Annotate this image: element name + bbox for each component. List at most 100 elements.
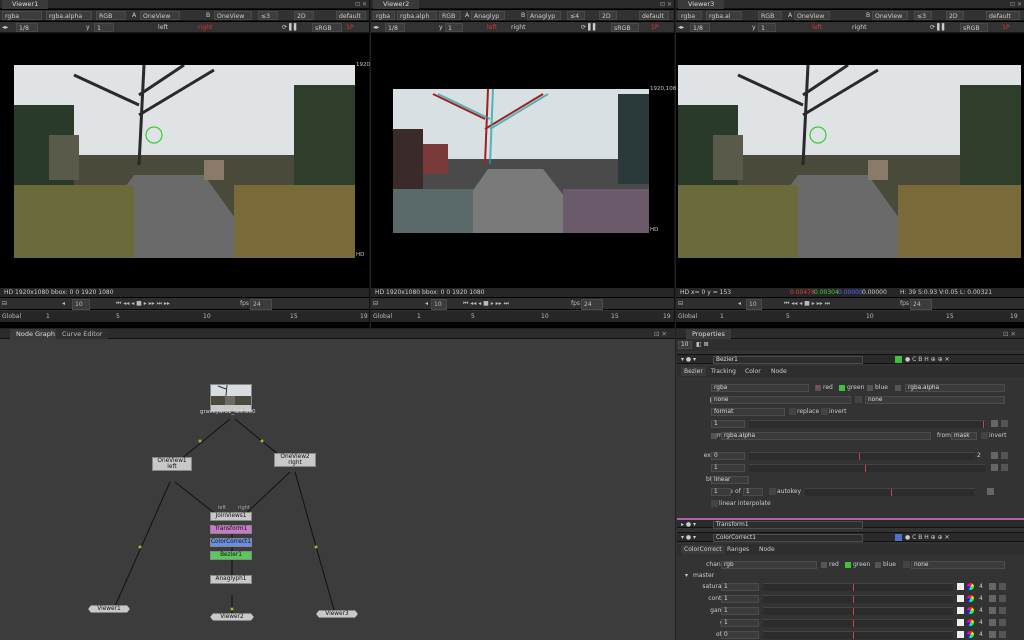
node-graph-panel[interactable]: Node Graph Curve Editor ⊡ ✕ graveyard1_l… xyxy=(0,329,675,640)
view-right[interactable]: right xyxy=(852,23,867,32)
b-input-dropdown[interactable]: OneView xyxy=(214,11,252,20)
channels-dropdown[interactable]: RGB xyxy=(439,11,461,20)
lock-icon[interactable]: ◧ ⊠ xyxy=(696,341,709,348)
view-left[interactable]: left xyxy=(487,23,497,32)
viewer2-node[interactable]: Viewer2 xyxy=(210,613,254,621)
cc-gamma-slider[interactable] xyxy=(763,607,953,615)
colorspace-dropdown[interactable]: sRGB xyxy=(611,23,639,32)
read-node[interactable] xyxy=(210,384,252,412)
proxy-button[interactable]: 1P xyxy=(346,23,354,32)
y-field[interactable]: 1 xyxy=(758,23,776,32)
transform-node[interactable]: Transform1 xyxy=(210,525,252,534)
skip-icon[interactable]: ◂ xyxy=(738,299,741,308)
timeline[interactable]: Global 1 5 10 15 19 xyxy=(371,310,674,322)
premult-check[interactable] xyxy=(855,396,862,403)
color-wheel-icon[interactable] xyxy=(967,595,974,602)
output-dropdown[interactable]: rgba xyxy=(711,384,809,392)
ch-none-dropdown[interactable]: none xyxy=(911,561,1005,569)
ch-red-check[interactable]: red xyxy=(821,560,839,570)
collapse-icon[interactable]: ▸ ● ▾ xyxy=(681,521,696,528)
skip-icon[interactable]: ◂ xyxy=(425,299,428,308)
alpha-dropdown[interactable]: rgba.alph xyxy=(397,11,437,20)
y-field[interactable]: 1 xyxy=(445,23,463,32)
cc-gain-field[interactable]: 1 xyxy=(721,619,759,627)
cc-contrast-field[interactable]: 1 xyxy=(721,595,759,603)
premult-dropdown[interactable]: none xyxy=(711,396,851,404)
color-swatch-icon[interactable] xyxy=(957,595,964,602)
opacity-field[interactable]: 1 xyxy=(711,420,745,428)
color-swatch-icon[interactable] xyxy=(957,631,964,638)
color-swatch-icon[interactable] xyxy=(957,619,964,626)
viewer1-node[interactable]: Viewer1 xyxy=(88,605,130,613)
mask-dropdown[interactable]: rgba.alpha xyxy=(721,432,931,440)
mask-check[interactable] xyxy=(711,433,717,439)
curve-icon[interactable] xyxy=(1001,464,1008,471)
layer-dropdown[interactable]: rgba xyxy=(2,11,42,20)
view-left[interactable]: left xyxy=(812,23,822,32)
colorspace-dropdown[interactable]: sRGB xyxy=(960,23,988,32)
alpha-dropdown[interactable]: rgba.al xyxy=(706,11,742,20)
frame-step-dropdown[interactable]: 1/8 xyxy=(385,23,405,32)
color-swatch-icon[interactable] xyxy=(957,583,964,590)
b-input-dropdown[interactable]: Anaglyp xyxy=(527,11,561,20)
out-alpha-check[interactable] xyxy=(895,383,903,393)
proxy-button[interactable]: 1P xyxy=(651,23,659,32)
curve-icon[interactable] xyxy=(1001,452,1008,459)
refresh-icon[interactable]: ⟳ ▌▌ xyxy=(930,23,947,32)
bezier-name-field[interactable]: Bezier1 xyxy=(713,356,863,364)
tab-ranges[interactable]: Ranges xyxy=(727,545,749,554)
collapse-icon[interactable]: ▾ ● ▾ xyxy=(681,534,696,541)
timeline[interactable]: Global 1 5 10 15 19 xyxy=(0,310,369,322)
mask-from-dropdown[interactable]: mask xyxy=(951,432,977,440)
a-input-dropdown[interactable]: Anaglyp xyxy=(471,11,505,20)
skip-icon[interactable]: ◂ xyxy=(62,299,65,308)
animation-icon[interactable] xyxy=(989,619,996,626)
animation-icon[interactable] xyxy=(989,631,996,638)
refresh-icon[interactable]: ⟳ ▌▌ xyxy=(581,23,598,32)
channels-dropdown[interactable]: rgb xyxy=(721,561,817,569)
lut-dropdown[interactable]: default xyxy=(986,11,1020,20)
curve-icon[interactable] xyxy=(1001,420,1008,427)
replace-check[interactable] xyxy=(789,408,796,415)
node-tools-icon[interactable]: ● C B H ⊕ ⊕ ✕ xyxy=(905,534,950,541)
ch-green-check[interactable]: green xyxy=(845,560,870,570)
view-right[interactable]: right xyxy=(198,23,213,32)
lut-dropdown[interactable]: default xyxy=(639,11,669,20)
bezier-header[interactable]: ▾ ● ▾ Bezier1 ● C B H ⊕ ⊕ ✕ xyxy=(677,354,1024,364)
lut-dropdown[interactable]: default xyxy=(336,11,366,20)
transport-icon[interactable]: ⏮ ◂◂ ◂ ■ ▸ ▸▸ ⏭ xyxy=(784,299,830,308)
animation-icon[interactable] xyxy=(991,464,998,471)
cc-saturation-field[interactable]: 1 xyxy=(721,583,759,591)
blur-type-dropdown[interactable]: linear xyxy=(711,476,749,484)
tab-colorcorrect[interactable]: ColorCorrect xyxy=(681,545,725,554)
linear-interp-check[interactable] xyxy=(711,500,718,507)
zoom-dropdown[interactable]: ≤3 xyxy=(914,11,932,20)
y-field[interactable]: 1 xyxy=(94,23,114,32)
color-wheel-icon[interactable] xyxy=(967,583,974,590)
b-input-dropdown[interactable]: OneView xyxy=(872,11,908,20)
cc-offset-slider[interactable] xyxy=(763,631,953,639)
shape-field[interactable]: 1 xyxy=(711,488,731,496)
curve-icon[interactable] xyxy=(999,607,1006,614)
float-icon[interactable]: ⊡ ✕ xyxy=(997,329,1022,339)
curve-icon[interactable] xyxy=(999,631,1006,638)
colorcorrect-node[interactable]: ColorCorrect1 xyxy=(210,538,252,547)
transform-header[interactable]: ▸ ● ▾ Transform1 xyxy=(677,518,1024,529)
oneview1-node[interactable]: OneView1 left xyxy=(152,457,192,471)
range-dropdown[interactable]: Global xyxy=(2,313,21,320)
animation-icon[interactable] xyxy=(989,595,996,602)
gain-icon[interactable]: ◂▸ xyxy=(2,23,8,32)
tab-curve-editor[interactable]: Curve Editor xyxy=(56,329,109,339)
bezier-node[interactable]: Bezier1 xyxy=(210,551,252,560)
timeline[interactable]: Global 1 5 10 15 19 xyxy=(676,310,1024,322)
animation-icon[interactable] xyxy=(989,607,996,614)
transform-name-field[interactable]: Transform1 xyxy=(713,521,863,529)
zoom-dropdown[interactable]: ≤4 xyxy=(567,11,585,20)
mode-dropdown[interactable]: 2D xyxy=(294,11,314,20)
channels-dropdown[interactable]: RGB xyxy=(96,11,126,20)
color-wheel-icon[interactable] xyxy=(967,631,974,638)
tab-node[interactable]: Node xyxy=(759,545,775,554)
anaglyph-node[interactable]: Anaglyph1 xyxy=(210,575,252,584)
node-color-swatch[interactable] xyxy=(895,356,902,363)
fps-field[interactable]: 24 xyxy=(581,299,603,310)
